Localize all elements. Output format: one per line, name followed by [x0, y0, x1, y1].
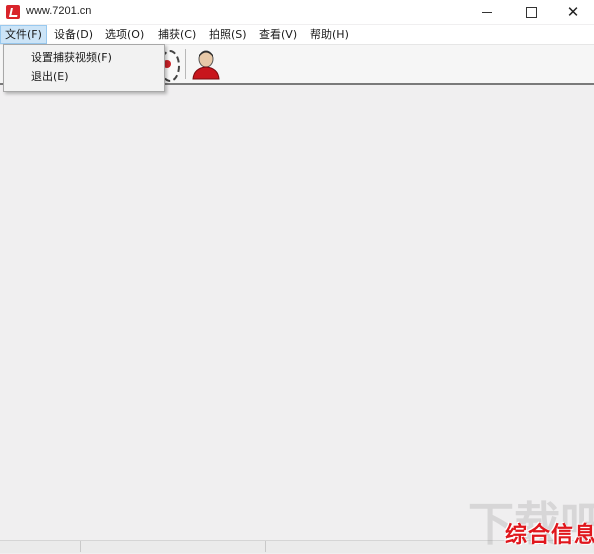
menu-snapshot[interactable]: 拍照(S): [205, 25, 251, 44]
title-bar: www.7201.cn ✕: [0, 0, 594, 24]
menu-capture[interactable]: 捕获(C): [154, 25, 200, 44]
menu-bar: 文件(F) 设备(D) 选项(O) 捕获(C) 拍照(S) 查看(V) 帮助(H…: [0, 25, 594, 45]
minimize-button[interactable]: [464, 0, 510, 24]
window-title: www.7201.cn: [26, 5, 92, 17]
maximize-button[interactable]: [508, 0, 554, 24]
close-button[interactable]: ✕: [550, 0, 594, 24]
menu-options[interactable]: 选项(O): [101, 25, 148, 44]
file-menu-dropdown: 设置捕获视频(F) 退出(E): [3, 44, 165, 92]
menu-file[interactable]: 文件(F): [0, 25, 47, 44]
status-divider: [80, 541, 81, 552]
watermark-text: 综合信息: [505, 523, 594, 548]
menu-item-exit[interactable]: 退出(E): [31, 68, 69, 86]
toolbar-separator: [185, 49, 186, 79]
menu-device[interactable]: 设备(D): [50, 25, 97, 44]
maximize-icon: [525, 6, 537, 18]
status-divider: [265, 541, 266, 552]
person-avatar-icon[interactable]: [191, 48, 221, 80]
close-icon: ✕: [566, 2, 580, 21]
menu-view[interactable]: 查看(V): [255, 25, 301, 44]
video-preview-area: [0, 85, 594, 540]
app-logo-icon: [6, 5, 20, 19]
menu-item-set-capture-video[interactable]: 设置捕获视频(F): [31, 49, 112, 67]
minimize-icon: [482, 11, 492, 13]
menu-help[interactable]: 帮助(H): [306, 25, 353, 44]
